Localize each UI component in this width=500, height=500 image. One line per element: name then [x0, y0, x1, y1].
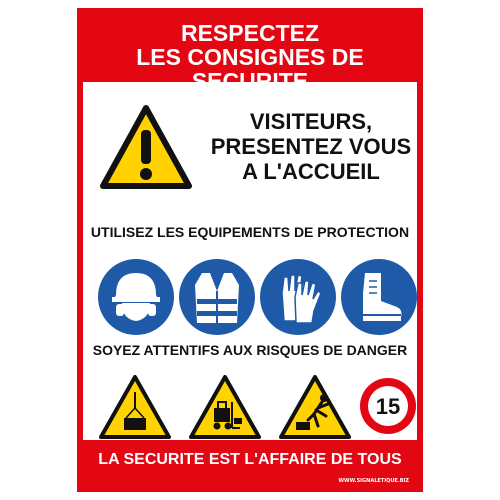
safety-sign: RESPECTEZ LES CONSIGNES DE SECURITE VISI… — [77, 8, 423, 492]
footer-band: LA SECURITE EST L'AFFAIRE DE TOUS WWW.SI… — [83, 440, 417, 486]
trip-hazard-icon — [279, 375, 351, 439]
safety-boots-icon — [341, 259, 417, 335]
visitor-notice: VISITEURS, PRESENTEZ VOUS A L'ACCUEIL — [201, 109, 421, 184]
danger-icons-row: 15 — [98, 374, 418, 444]
sign-panel: RESPECTEZ LES CONSIGNES DE SECURITE VISI… — [83, 14, 417, 486]
ppe-heading: UTILISEZ LES EQUIPEMENTS DE PROTECTION — [90, 224, 410, 240]
general-warning-icon — [100, 105, 192, 189]
footer-text: LA SECURITE EST L'AFFAIRE DE TOUS — [98, 451, 402, 468]
header-band: RESPECTEZ LES CONSIGNES DE SECURITE — [83, 14, 417, 93]
danger-heading: SOYEZ ATTENTIFS AUX RISQUES DE DANGER — [92, 342, 408, 358]
forklift-icon — [189, 375, 261, 439]
safety-vest-icon — [179, 259, 255, 335]
ppe-icons-row — [96, 257, 417, 337]
speed-limit-sign: 15 — [360, 378, 416, 434]
visitor-line-1: VISITEURS, — [249, 109, 373, 134]
helmet-icon — [98, 259, 174, 335]
visitor-line-2: PRESENTEZ VOUS — [210, 134, 412, 159]
credit-text: WWW.SIGNALETIQUE.BIZ — [338, 478, 409, 484]
gloves-icon — [260, 259, 336, 335]
speed-limit-value: 15 — [376, 394, 400, 419]
visitor-line-3: A L'ACCUEIL — [242, 159, 380, 184]
suspended-load-icon — [99, 375, 171, 439]
header-line-2: LES CONSIGNES DE SECURITE — [136, 44, 364, 94]
header-line-1: RESPECTEZ — [180, 20, 320, 46]
